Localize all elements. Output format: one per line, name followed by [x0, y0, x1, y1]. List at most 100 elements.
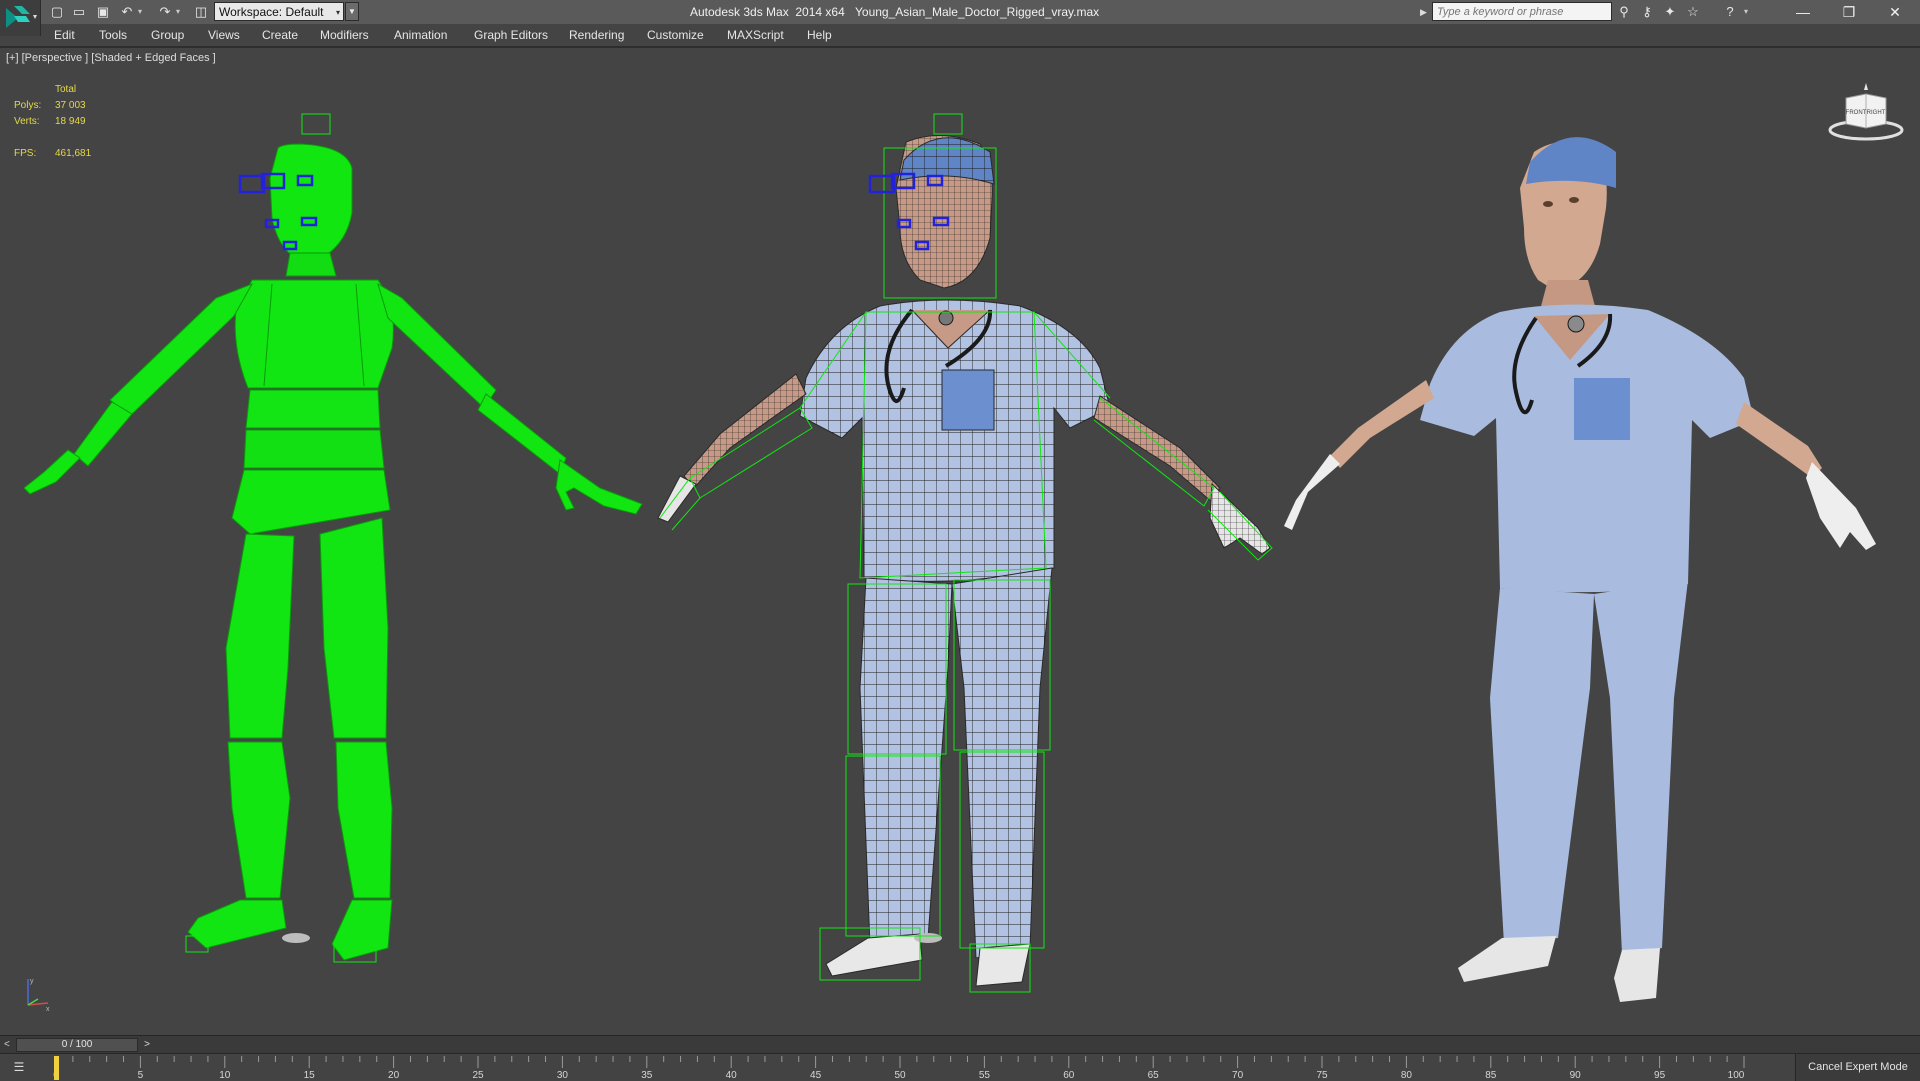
- open-file-icon[interactable]: ▭: [70, 3, 88, 21]
- wire-left-hand[interactable]: [657, 475, 697, 523]
- help-icon[interactable]: ?: [1720, 3, 1740, 21]
- app-logo-icon: [6, 6, 37, 28]
- save-file-icon[interactable]: ▣: [94, 3, 112, 21]
- shaded-figure[interactable]: [1284, 137, 1876, 1002]
- chevron-down-icon: ▾: [335, 8, 340, 17]
- search-input[interactable]: [1432, 2, 1612, 21]
- restore-icon[interactable]: ❐: [1826, 0, 1872, 24]
- new-file-icon[interactable]: ▢: [48, 3, 66, 21]
- menu-views[interactable]: Views: [208, 24, 240, 46]
- menu-group[interactable]: Group: [151, 24, 184, 46]
- shaded-left-arm[interactable]: [1330, 380, 1434, 468]
- wire-left-shoe[interactable]: [825, 933, 923, 977]
- communication-center-icon[interactable]: ✦: [1660, 3, 1680, 21]
- frame-tick-label: 45: [810, 1070, 822, 1081]
- subscription-key-icon[interactable]: ⚷: [1637, 3, 1657, 21]
- wireframe-figure[interactable]: [657, 113, 1273, 993]
- frame-ruler[interactable]: 0510152025303540455055606570758085909510…: [0, 1054, 1796, 1081]
- track-bar[interactable]: ☰ 05101520253035404550556065707580859095…: [0, 1053, 1920, 1081]
- viewcube-home-icon[interactable]: [1864, 83, 1868, 90]
- current-frame-marker[interactable]: [54, 1056, 59, 1080]
- workspace-dropdown[interactable]: Workspace: Default ▾: [214, 2, 344, 21]
- frame-tick-label: 55: [979, 1070, 991, 1081]
- frame-tick-label: 75: [1316, 1070, 1328, 1081]
- left-foot-bone[interactable]: [187, 899, 287, 949]
- chest-bone[interactable]: [234, 279, 394, 389]
- left-hand-bone[interactable]: [23, 449, 81, 495]
- shaded-right-arm[interactable]: [1736, 402, 1822, 478]
- favorites-star-icon[interactable]: ☆: [1683, 3, 1703, 21]
- right-upperarm-bone[interactable]: [377, 282, 497, 409]
- spine-bone[interactable]: [245, 389, 381, 429]
- ground-helper[interactable]: [282, 933, 310, 943]
- shaded-torso[interactable]: [1420, 304, 1754, 593]
- right-foot-bone[interactable]: [331, 899, 393, 961]
- viewport-label[interactable]: [+] [Perspective ] [Shaded + Edged Faces…: [6, 52, 216, 64]
- left-thigh-bone[interactable]: [225, 533, 295, 739]
- viewcube[interactable]: FRONT RIGHT: [1826, 78, 1906, 148]
- stats-header: Total: [55, 84, 77, 95]
- binoculars-icon[interactable]: ⚲: [1614, 3, 1634, 21]
- left-calf-bone[interactable]: [227, 741, 291, 899]
- time-slider-thumb[interactable]: 0 / 100: [16, 1038, 138, 1052]
- shaded-right-leg[interactable]: [1594, 580, 1688, 954]
- shaded-right-shoe[interactable]: [1614, 948, 1660, 1002]
- shaded-pocket[interactable]: [1574, 378, 1630, 440]
- axis-y-label: y: [30, 978, 34, 985]
- previous-frame-icon[interactable]: <: [4, 1036, 16, 1054]
- menu-edit[interactable]: Edit: [54, 24, 75, 46]
- frame-tick-label: 40: [726, 1070, 738, 1081]
- application-menu-button[interactable]: [0, 0, 41, 36]
- neck-bone[interactable]: [285, 252, 337, 277]
- shaded-left-glove[interactable]: [1284, 454, 1340, 530]
- menu-graph-editors[interactable]: Graph Editors: [474, 24, 548, 46]
- viewcube-right-face[interactable]: RIGHT: [1867, 110, 1886, 116]
- perspective-viewport[interactable]: [+] [Perspective ] [Shaded + Edged Faces…: [0, 47, 1920, 1036]
- workspace-label: Workspace: Default: [219, 5, 324, 19]
- spine-bone-2[interactable]: [243, 429, 385, 469]
- shaded-right-glove[interactable]: [1806, 462, 1876, 550]
- frame-tick-label: 65: [1148, 1070, 1160, 1081]
- left-upperarm-bone[interactable]: [109, 283, 254, 417]
- project-folder-icon[interactable]: ◫: [192, 3, 210, 21]
- menu-modifiers[interactable]: Modifiers: [320, 24, 369, 46]
- right-forearm-bone[interactable]: [477, 393, 567, 475]
- viewport-scene[interactable]: [0, 48, 1920, 1036]
- menu-animation[interactable]: Animation: [394, 24, 447, 46]
- help-dropdown-icon[interactable]: ▾: [1742, 3, 1750, 21]
- redo-icon[interactable]: ↷: [156, 3, 174, 21]
- head-helper-box[interactable]: [301, 113, 331, 135]
- menu-tools[interactable]: Tools: [99, 24, 127, 46]
- menu-rendering[interactable]: Rendering: [569, 24, 624, 46]
- search-expand-icon[interactable]: ▶: [1420, 3, 1430, 21]
- bone-rig-figure[interactable]: [23, 113, 643, 963]
- right-hand-bone[interactable]: [555, 459, 643, 515]
- minimize-icon[interactable]: —: [1780, 0, 1826, 24]
- redo-dropdown-icon[interactable]: ▾: [174, 3, 182, 21]
- shaded-left-shoe[interactable]: [1458, 936, 1556, 982]
- frame-tick-label: 100: [1728, 1070, 1745, 1081]
- undo-icon[interactable]: ↶: [118, 3, 136, 21]
- right-calf-bone[interactable]: [335, 741, 393, 899]
- right-thigh-bone[interactable]: [319, 517, 389, 739]
- menu-maxscript[interactable]: MAXScript: [727, 24, 784, 46]
- frame-tick-label: 10: [219, 1070, 231, 1081]
- left-forearm-bone[interactable]: [73, 401, 133, 467]
- cancel-expert-mode-button[interactable]: Cancel Expert Mode: [1795, 1054, 1920, 1081]
- close-icon[interactable]: ✕: [1872, 0, 1918, 24]
- viewcube-front-face[interactable]: FRONT: [1846, 110, 1867, 116]
- quick-access-customize-button[interactable]: ▼: [345, 2, 359, 21]
- wire-pocket[interactable]: [941, 369, 995, 431]
- menu-create[interactable]: Create: [262, 24, 298, 46]
- head-bone[interactable]: [269, 143, 353, 261]
- menu-customize[interactable]: Customize: [647, 24, 704, 46]
- shaded-cap[interactable]: [1526, 137, 1616, 188]
- next-frame-icon[interactable]: >: [140, 1036, 154, 1054]
- menu-help[interactable]: Help: [807, 24, 832, 46]
- frame-tick-label: 15: [304, 1070, 316, 1081]
- time-slider[interactable]: < 0 / 100 >: [0, 1035, 1920, 1054]
- frame-tick-label: 35: [641, 1070, 653, 1081]
- undo-dropdown-icon[interactable]: ▾: [136, 3, 144, 21]
- shaded-left-leg[interactable]: [1490, 588, 1594, 944]
- wire-right-shoe[interactable]: [975, 943, 1031, 987]
